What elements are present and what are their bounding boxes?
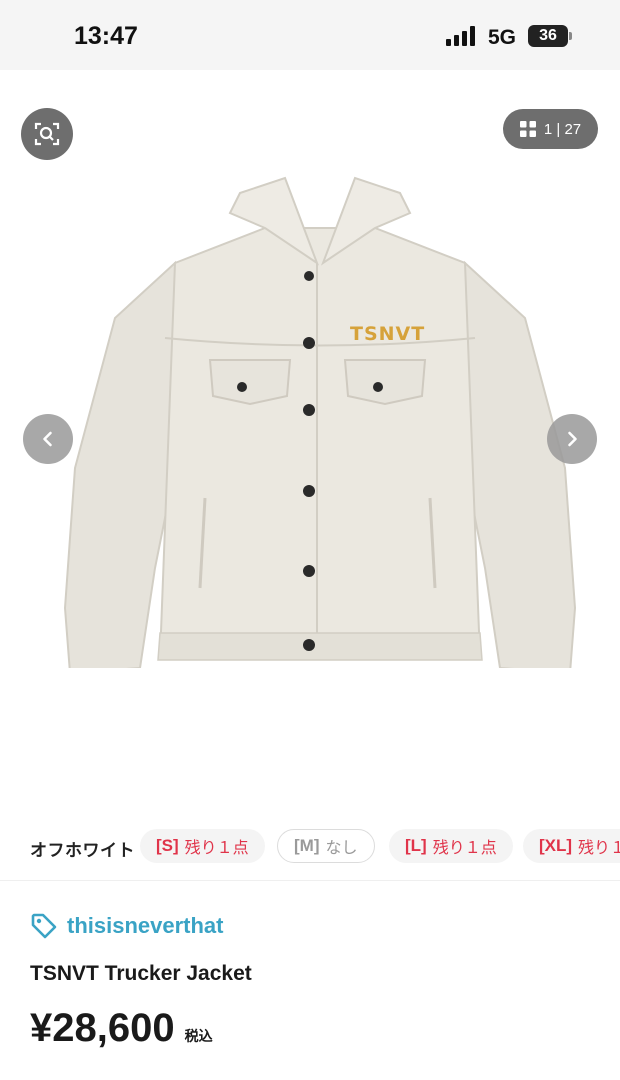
size-label: [XL] [539,836,573,855]
stock-label: 残り１ [578,840,620,857]
section-divider [0,880,620,881]
status-bar: 13:47 5G 36 [0,0,620,70]
product-title: TSNVT Trucker Jacket [30,962,252,985]
brand-name: thisisneverthat [67,913,224,938]
stock-label: 残り１点 [184,840,249,857]
status-time: 13:47 [74,22,138,50]
next-image-button[interactable] [547,414,597,464]
chevron-right-icon [568,431,577,447]
jacket-print-text: TSNVT [350,323,425,345]
size-label: [S] [156,836,179,855]
color-name: オフホワイト [30,841,135,860]
size-chip-s[interactable]: [S] 残り１点 [140,829,265,863]
product-image-gallery[interactable]: TSNVT 1 | 27 [0,70,620,815]
brand-link[interactable]: thisisneverthat [30,912,224,940]
tag-icon [31,913,57,939]
image-counter[interactable]: 1 | 27 [503,109,598,149]
size-chip-xl[interactable]: [XL] 残り１ [523,829,620,863]
cellular-signal-icon [446,26,475,46]
chevron-left-icon [43,431,52,447]
tax-label: 税込 [184,1028,213,1044]
price-row: ¥28,600 税込 [30,1006,213,1051]
product-image-jacket: TSNVT [63,176,577,668]
previous-image-button[interactable] [23,414,73,464]
size-label: [L] [405,836,427,855]
counter-total: 27 [564,120,582,138]
image-search-button[interactable] [21,108,73,160]
size-label: [M] [294,836,320,855]
grid-icon [519,121,536,137]
battery-icon: 36 [528,25,568,47]
counter-separator: | [556,120,561,138]
counter-current: 1 [543,120,553,138]
stock-label: 残り１点 [432,840,497,857]
image-search-icon [34,122,60,146]
size-chip-m[interactable]: [M] なし [277,829,375,863]
network-type: 5G [488,26,517,49]
size-chip-l[interactable]: [L] 残り１点 [389,829,513,863]
price: ¥28,600 [30,1006,175,1050]
stock-label: なし [325,840,358,857]
variant-selector: オフホワイト [S] 残り１点 [M] なし [L] 残り１点 [XL] 残り１ [0,822,620,872]
battery-tip [569,32,572,40]
